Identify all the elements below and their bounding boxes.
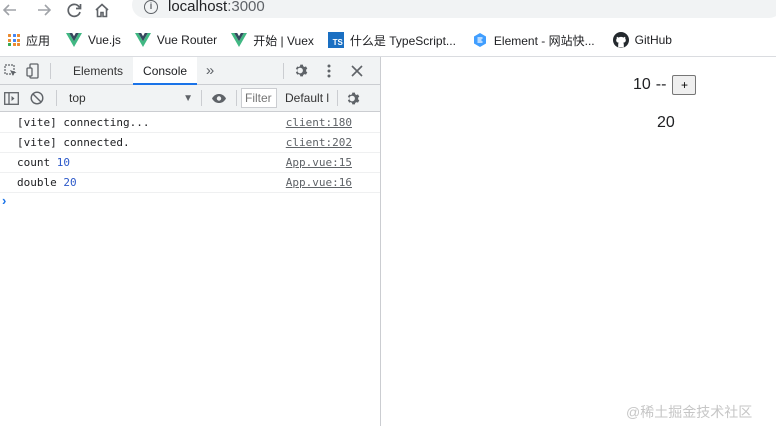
bookmark-vuejs[interactable]: Vue.js (60, 28, 127, 52)
show-sidebar-icon[interactable] (0, 87, 22, 109)
bookmark-label: Element - 网站快... (493, 33, 595, 48)
element-icon (472, 32, 488, 48)
home-icon[interactable] (92, 0, 112, 20)
console-message: [vite] connected. client:202 (0, 133, 380, 153)
watermark: @稀土掘金技术社区 (626, 404, 753, 420)
bookmarks-bar: 应用 Vue.js Vue Router 开始 | Vuex TS 什么是 Ty… (0, 28, 776, 52)
bookmark-apps[interactable]: 应用 (0, 28, 56, 52)
bookmark-element[interactable]: Element - 网站快... (466, 28, 601, 52)
devtools-tab-bar: Elements Console » (0, 56, 380, 85)
typescript-badge: TS (327, 32, 344, 48)
message-text: [vite] connected. (17, 136, 130, 149)
devtools-panel: Elements Console » top ▼ Default (0, 56, 380, 426)
console-prompt[interactable]: › (0, 193, 380, 211)
separator-text: -- (655, 76, 667, 93)
address-bar[interactable]: i localhost:3000 (132, 0, 776, 18)
context-select[interactable]: top ▼ (63, 87, 199, 109)
separator (236, 90, 237, 106)
vue-logo-icon (66, 33, 83, 47)
page-viewport: 10 -- + 20 (381, 57, 776, 426)
separator (337, 90, 338, 106)
count-value: 10 (633, 76, 651, 93)
double-value: 20 (657, 114, 675, 131)
bookmark-label: Vue.js (88, 33, 121, 47)
github-icon (612, 32, 629, 48)
close-icon[interactable] (346, 60, 368, 82)
bookmark-label: 应用 (26, 33, 51, 48)
console-message: count 10 App.vue:15 (0, 153, 380, 173)
bookmark-typescript[interactable]: TS 什么是 TypeScript... (322, 28, 462, 52)
message-text: count (17, 156, 51, 169)
bookmark-github[interactable]: GitHub (607, 28, 678, 52)
bookmark-label: GitHub (634, 33, 672, 47)
reload-icon[interactable] (64, 0, 84, 20)
bookmark-vuex[interactable]: 开始 | Vuex (225, 28, 320, 52)
bookmark-vue-router[interactable]: Vue Router (129, 28, 223, 52)
apps-grid-icon (8, 34, 20, 46)
inspect-element-icon[interactable] (0, 60, 22, 82)
tab-elements[interactable]: Elements (63, 57, 133, 85)
url-host: localhost (168, 0, 228, 15)
settings-gear-icon[interactable] (290, 60, 312, 82)
device-toolbar-icon[interactable] (22, 60, 44, 82)
live-expression-eye-icon[interactable] (208, 87, 230, 109)
source-link[interactable]: App.vue:16 (286, 176, 352, 189)
increment-button[interactable]: + (672, 75, 697, 95)
console-settings-gear-icon[interactable] (342, 87, 364, 109)
console-message: [vite] connecting... client:180 (0, 113, 380, 133)
separator (56, 90, 57, 106)
message-text: double (17, 176, 57, 189)
console-message: double 20 App.vue:16 (0, 173, 380, 193)
vue-logo-icon (134, 33, 151, 47)
source-link[interactable]: client:202 (286, 136, 352, 149)
more-tabs-icon[interactable]: » (199, 62, 221, 79)
bookmark-label: 开始 | Vuex (253, 33, 314, 48)
log-levels-dropdown[interactable]: Default l (285, 91, 335, 105)
counter-row: 10 -- + (633, 75, 697, 95)
console-toolbar: top ▼ Default l (0, 85, 380, 112)
url-port: :3000 (227, 0, 265, 15)
context-value: top (69, 91, 86, 105)
vue-logo-icon (231, 33, 248, 47)
tab-console[interactable]: Console (133, 56, 198, 85)
separator (201, 90, 202, 106)
source-link[interactable]: App.vue:15 (286, 156, 352, 169)
message-value: 20 (63, 176, 77, 189)
bookmark-label: Vue Router (156, 33, 218, 47)
caret-down-icon: ▼ (183, 92, 193, 104)
back-arrow-icon[interactable] (0, 0, 20, 20)
separator (50, 62, 51, 79)
clear-console-icon[interactable] (26, 87, 48, 109)
bookmark-label: 什么是 TypeScript... (349, 33, 456, 48)
message-text: [vite] connecting... (17, 116, 150, 129)
typescript-icon: TS (327, 32, 344, 48)
source-link[interactable]: client:180 (286, 116, 352, 129)
console-output: [vite] connecting... client:180 [vite] c… (0, 113, 380, 211)
info-icon[interactable]: i (144, 0, 158, 14)
separator (283, 62, 285, 79)
message-value: 10 (56, 156, 70, 169)
forward-arrow-icon[interactable] (34, 0, 54, 20)
filter-input[interactable] (241, 88, 277, 108)
more-options-icon[interactable] (318, 60, 340, 82)
